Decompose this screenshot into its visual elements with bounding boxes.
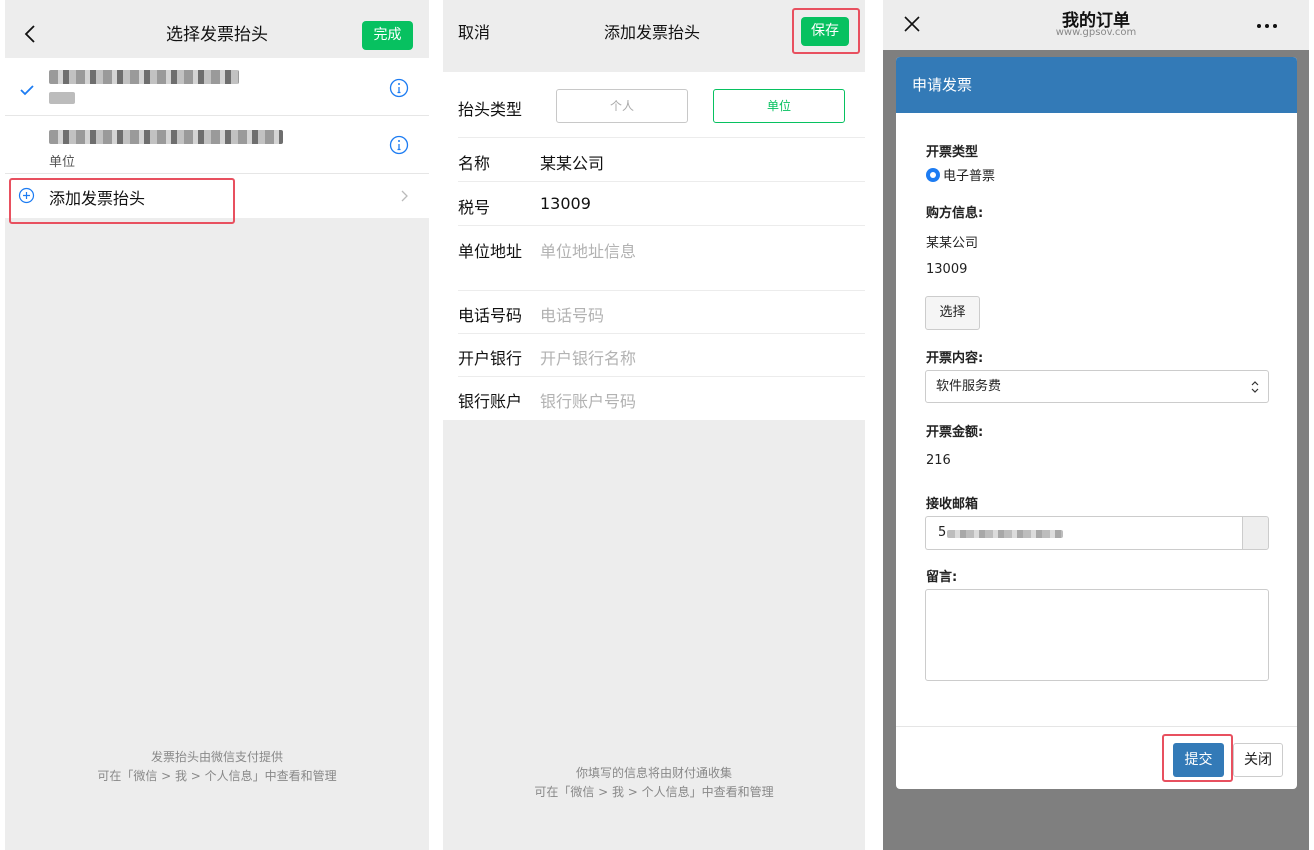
buyer-label: 购方信息:	[926, 206, 984, 221]
invoice-request-modal: 申请发票 开票类型 电子普票 购方信息: 某某公司 13009 选择 开票内容:…	[896, 57, 1297, 789]
list-item[interactable]	[5, 58, 429, 116]
highlight-box	[9, 178, 235, 224]
highlight-box	[792, 8, 860, 54]
info-icon[interactable]	[389, 135, 409, 155]
buyer-tax: 13009	[926, 262, 968, 277]
footer-line: 发票抬头由微信支付提供	[150, 750, 283, 764]
footer-line: 你填写的信息将由财付通收集	[575, 766, 732, 780]
modal-title: 申请发票	[896, 57, 1297, 113]
page-title: 添加发票抬头	[604, 23, 701, 42]
account-label: 银行账户	[458, 392, 523, 411]
done-button[interactable]: 完成	[362, 21, 413, 50]
invoice-type-value: 电子普票	[943, 169, 996, 184]
note-textarea[interactable]	[925, 589, 1269, 681]
content-select-value: 软件服务费	[936, 379, 1002, 394]
chevron-right-icon	[401, 190, 408, 202]
phone-label: 电话号码	[458, 306, 523, 325]
type-company-option[interactable]: 单位	[713, 89, 845, 123]
navbar: 选择发票抬头 完成	[5, 0, 429, 58]
info-icon[interactable]	[389, 78, 409, 98]
amount-label: 开票金额:	[926, 425, 984, 440]
cancel-button[interactable]: 取消	[458, 0, 490, 66]
choose-button[interactable]: 选择	[925, 296, 980, 330]
invoice-type-label: 开票类型	[926, 145, 979, 160]
add-invoice-title-screen: 取消 添加发票抬头 保存 抬头类型 个人 单位 名称 某某公司 税号 13009…	[443, 0, 865, 850]
phone-input[interactable]: 电话号码	[540, 302, 604, 326]
tax-row: 税号 13009	[458, 182, 865, 226]
updown-chevron-icon	[1251, 381, 1259, 393]
name-input[interactable]: 某某公司	[540, 150, 604, 174]
my-order-screen: 我的订单 www.gpsov.com 申请发票 开票类型 电子普票 购方信息: …	[883, 0, 1309, 850]
redacted-email	[947, 530, 1063, 538]
close-button[interactable]: 关闭	[1233, 743, 1283, 777]
email-label: 接收邮箱	[926, 497, 979, 512]
amount-value: 216	[926, 453, 951, 468]
redacted-title	[49, 70, 239, 84]
account-row: 银行账户 银行账户号码	[458, 377, 865, 420]
footer-note: 发票抬头由微信支付提供 可在「微信 > 我 > 个人信息」中查看和管理	[5, 748, 429, 786]
address-label: 单位地址	[458, 242, 523, 261]
navbar: 我的订单 www.gpsov.com	[883, 0, 1309, 50]
type-personal-option[interactable]: 个人	[556, 89, 688, 123]
email-input[interactable]: 5	[925, 516, 1243, 550]
title-type-label: 抬头类型	[458, 100, 523, 119]
invoice-title-form: 抬头类型 个人 单位 名称 某某公司 税号 13009 单位地址 单位地址信息 …	[443, 72, 865, 420]
content-label: 开票内容:	[926, 351, 984, 366]
email-addon	[1242, 516, 1269, 550]
list-item[interactable]: 单位	[5, 116, 429, 174]
redacted-subtitle	[49, 92, 75, 104]
account-input[interactable]: 银行账户号码	[540, 388, 636, 412]
tax-label: 税号	[458, 198, 491, 217]
more-icon[interactable]	[1256, 23, 1278, 29]
highlight-box	[1162, 734, 1233, 782]
footer-line: 可在「微信 > 我 > 个人信息」中查看和管理	[534, 785, 774, 799]
buyer-name: 某某公司	[926, 236, 979, 251]
email-value-prefix: 5	[938, 525, 947, 540]
address-input[interactable]: 单位地址信息	[540, 238, 636, 262]
footer-line: 可在「微信 > 我 > 个人信息」中查看和管理	[97, 769, 337, 783]
name-label: 名称	[458, 154, 491, 173]
radio-electronic-invoice[interactable]	[926, 168, 940, 182]
bank-row: 开户银行 开户银行名称	[458, 334, 865, 377]
name-row: 名称 某某公司	[458, 138, 865, 182]
footer-note: 你填写的信息将由财付通收集 可在「微信 > 我 > 个人信息」中查看和管理	[443, 764, 865, 802]
title-type: 单位	[49, 155, 76, 170]
phone-row: 电话号码 电话号码	[458, 291, 865, 334]
page-subtitle: www.gpsov.com	[1055, 27, 1137, 38]
select-invoice-title-screen: 选择发票抬头 完成 单位 添加发票抬头 发票抬头由微信支付提供 可在「微信 > …	[5, 0, 429, 850]
bank-label: 开户银行	[458, 349, 523, 368]
divider	[896, 726, 1297, 727]
note-label: 留言:	[926, 570, 958, 585]
content-select[interactable]: 软件服务费	[925, 370, 1269, 403]
bank-input[interactable]: 开户银行名称	[540, 345, 636, 369]
address-row: 单位地址 单位地址信息	[458, 226, 865, 291]
check-icon	[20, 85, 34, 96]
redacted-title	[49, 130, 283, 144]
tax-input[interactable]: 13009	[540, 194, 591, 213]
title-type-row: 抬头类型 个人 单位	[458, 72, 865, 138]
